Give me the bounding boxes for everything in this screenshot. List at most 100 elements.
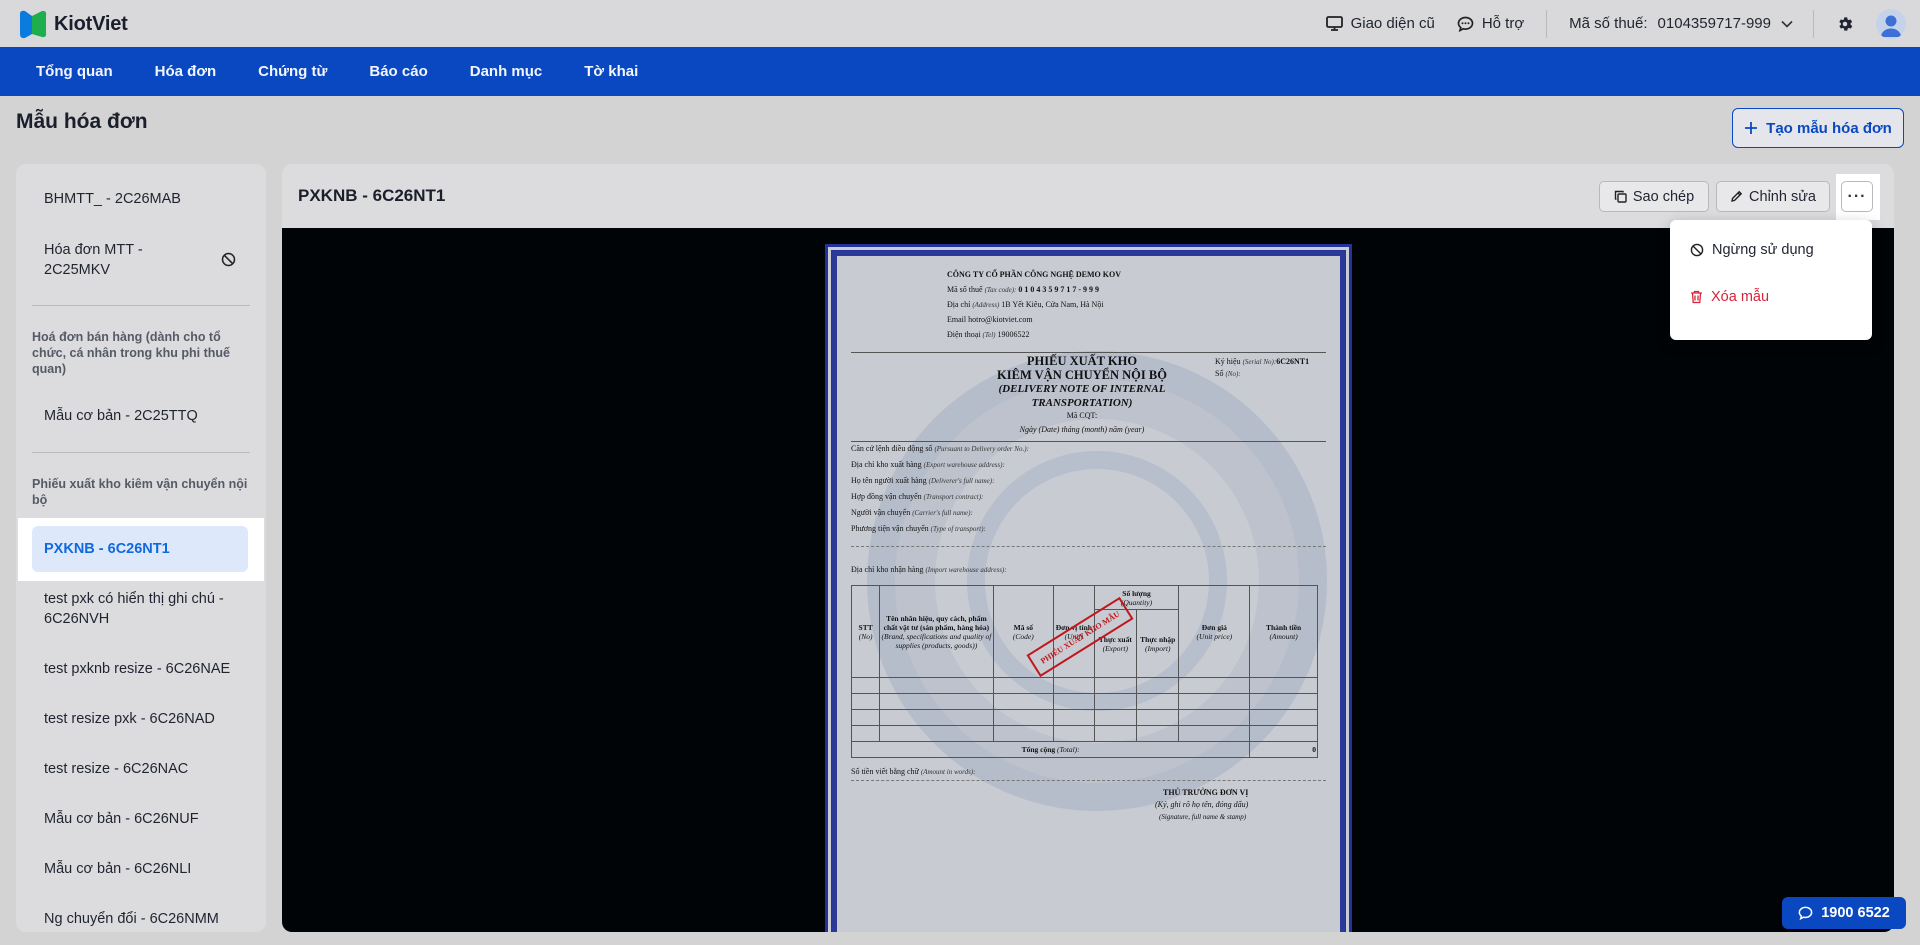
doc-field: Địa chỉ kho xuất hàng (Export warehouse … xyxy=(851,460,1005,469)
chat-icon xyxy=(1798,906,1813,920)
sidebar-item-nli[interactable]: Mẫu cơ bản - 6C26NLI xyxy=(44,859,191,879)
sidebar-item-label: 2C25MKV xyxy=(44,262,111,278)
sidebar-item-label: test pxk có hiển thị ghi chú - xyxy=(44,591,224,607)
sign-sub-en: (Signature, full name & stamp) xyxy=(1159,813,1247,821)
tax-code-selector[interactable]: Mã số thuế: 0104359717-999 xyxy=(1569,15,1793,32)
menu-item-stop-use[interactable]: Ngừng sử dụng xyxy=(1690,242,1814,258)
tax-code-label: Mã số thuế: xyxy=(1569,15,1648,32)
chevron-down-icon xyxy=(1781,20,1793,28)
plus-icon xyxy=(1745,122,1758,134)
create-template-button[interactable]: Tạo mẫu hóa đơn xyxy=(1732,108,1904,148)
pencil-icon xyxy=(1731,190,1743,202)
sidebar-item-nmm[interactable]: Ng chuyển đổi - 6C26NMM xyxy=(44,909,219,929)
doc-import-address: Địa chỉ kho nhận hàng (Import warehouse … xyxy=(851,565,1007,574)
nav-reports[interactable]: Báo cáo xyxy=(369,63,427,80)
settings-button[interactable] xyxy=(1836,15,1854,33)
doc-field: Phương tiện vận chuyển (Type of transpor… xyxy=(851,524,986,533)
create-template-label: Tạo mẫu hóa đơn xyxy=(1766,119,1892,137)
sidebar-item-bhmtt[interactable]: BHMTT_ - 2C26MAB xyxy=(44,189,181,209)
gear-icon xyxy=(1839,16,1853,31)
edit-label: Chỉnh sửa xyxy=(1749,188,1816,205)
user-icon xyxy=(1880,15,1902,37)
sidebar-item-nae[interactable]: test pxknb resize - 6C26NAE xyxy=(44,659,230,679)
doc-field: Họ tên người xuất hàng (Deliverer's full… xyxy=(851,476,995,485)
kiotviet-logo-icon xyxy=(16,8,48,40)
menu-item-delete[interactable]: Xóa mẫu xyxy=(1690,289,1769,305)
sidebar-item-active[interactable]: PXKNB - 6C26NT1 xyxy=(32,526,248,572)
support-phone: 1900 6522 xyxy=(1821,905,1890,921)
sidebar-item-label: Hóa đơn MTT - xyxy=(44,242,143,258)
doc-amount-in-words: Số tiền viết bằng chữ (Amount in words): xyxy=(851,767,976,776)
sign-sub: (Ký, ghi rõ họ tên, đóng dấu) xyxy=(1155,800,1249,809)
monitor-icon xyxy=(1325,16,1343,31)
divider xyxy=(851,441,1326,442)
goods-table: STT (No) Tên nhãn hiệu, quy cách, phẩm ch… xyxy=(850,585,1318,758)
nav-declarations[interactable]: Tờ khai xyxy=(584,63,638,80)
chat-icon xyxy=(1457,16,1474,32)
doc-serial: Ký hiệu (Serial No):6C26NT1 xyxy=(1215,357,1310,366)
menu-item-label: Xóa mẫu xyxy=(1711,289,1770,305)
more-icon: ··· xyxy=(1847,187,1867,205)
app-name: KiotViet xyxy=(54,12,128,35)
support-label: Hỗ trợ xyxy=(1481,15,1525,32)
sidebar-item-nad[interactable]: test resize pxk - 6C26NAD xyxy=(44,709,215,729)
doc-number: Số (No): xyxy=(1215,369,1241,378)
old-ui-label: Giao diện cũ xyxy=(1350,15,1435,32)
more-actions-button[interactable]: ··· xyxy=(1841,181,1873,212)
sidebar-item-nvh[interactable]: test pxk có hiển thị ghi chú - 6C26NVH xyxy=(44,589,224,629)
ban-icon xyxy=(221,252,236,267)
sidebar-item-nac[interactable]: test resize - 6C26NAC xyxy=(44,759,188,779)
invoice-document: CÔNG TY CỔ PHẦN CÔNG NGHỆ DEMO KOV Mã số… xyxy=(825,244,1352,932)
group-heading-pxk: Phiếu xuất kho kiêm vận chuyển nội bộ xyxy=(32,477,248,507)
template-title: PXKNB - 6C26NT1 xyxy=(298,186,446,205)
template-sidebar[interactable]: BHMTT_ - 2C26MAB Hóa đơn MTT - 2C25MKV H… xyxy=(16,164,266,932)
doc-field: Căn cứ lệnh điều động số (Pursuant to De… xyxy=(851,444,1029,453)
divider xyxy=(851,352,1326,353)
sidebar-item-basic-2c25[interactable]: Mẫu cơ bản - 2C25TTQ xyxy=(44,406,198,426)
more-actions-menu: Ngừng sử dụng Xóa mẫu xyxy=(1670,220,1872,340)
nav-vouchers[interactable]: Chứng từ xyxy=(258,63,327,80)
doc-mcqt: Mã CQT: xyxy=(1066,411,1098,420)
doc-date-line: Ngày (Date) tháng (month) năm (year) xyxy=(1019,425,1145,434)
menu-item-label: Ngừng sử dụng xyxy=(1712,242,1814,258)
sidebar-item-nuf[interactable]: Mẫu cơ bản - 6C26NUF xyxy=(44,809,199,829)
doc-field: Người vận chuyển (Carrier's full name): xyxy=(851,508,973,517)
doc-title-1: PHIẾU XUẤT KHO xyxy=(1026,354,1138,368)
company-address-line: Địa chỉ (Address) 1B Yết Kiêu, Cửa Nam, … xyxy=(947,300,1104,309)
support-hotline-button[interactable]: 1900 6522 xyxy=(1782,897,1906,929)
divider xyxy=(32,305,250,306)
main-nav: Tổng quan Hóa đơn Chứng từ Báo cáo Danh … xyxy=(0,47,1920,96)
divider xyxy=(851,546,1326,547)
template-preview-panel: PXKNB - 6C26NT1 Sao chép Chỉnh sửa ··· C… xyxy=(282,164,1894,932)
nav-catalog[interactable]: Danh mục xyxy=(470,63,543,80)
copy-label: Sao chép xyxy=(1632,188,1695,205)
page-title: Mẫu hóa đơn xyxy=(16,110,148,133)
company-email: Email hotro@kiotviet.com xyxy=(947,315,1033,324)
company-name: CÔNG TY CỔ PHẦN CÔNG NGHỆ DEMO KOV xyxy=(947,270,1122,279)
sidebar-item-mtt[interactable]: Hóa đơn MTT - 2C25MKV xyxy=(44,240,143,280)
logo[interactable]: KiotViet xyxy=(16,8,128,40)
trash-icon xyxy=(1691,290,1702,304)
doc-title-2: KIÊM VẬN CHUYỂN NỘI BỘ xyxy=(997,368,1167,382)
copy-button[interactable]: Sao chép xyxy=(1599,181,1709,212)
support-link[interactable]: Hỗ trợ xyxy=(1457,15,1524,32)
old-ui-link[interactable]: Giao diện cũ xyxy=(1325,15,1435,32)
more-highlight: ··· xyxy=(1836,174,1880,220)
sidebar-item-label: 6C26NVH xyxy=(44,611,110,627)
nav-overview[interactable]: Tổng quan xyxy=(36,63,113,80)
doc-title-en: (DELIVERY NOTE OF INTERNAL TRANSPORTATIO… xyxy=(998,383,1166,409)
nav-invoices[interactable]: Hóa đơn xyxy=(155,63,217,80)
company-phone-line: Điện thoại (Tel) 19006522 xyxy=(947,330,1030,339)
group-heading-sales: Hoá đơn bán hàng (dành cho tổ chức, cá n… xyxy=(32,330,230,376)
divider xyxy=(851,780,1326,781)
ban-icon xyxy=(1690,243,1704,257)
edit-button[interactable]: Chỉnh sửa xyxy=(1716,181,1830,212)
document-viewer[interactable]: CÔNG TY CỔ PHẦN CÔNG NGHỆ DEMO KOV Mã số… xyxy=(282,228,1894,932)
tax-code-value: 0104359717-999 xyxy=(1657,15,1771,32)
top-bar: KiotViet Giao diện cũ Hỗ trợ Mã số thuế:… xyxy=(0,0,1920,47)
copy-icon xyxy=(1614,190,1627,203)
company-tax-line: Mã số thuế (Tax code): 0 1 0 4 3 5 9 7 1… xyxy=(947,285,1100,294)
avatar[interactable] xyxy=(1876,8,1906,39)
sign-title: THỦ TRƯỞNG ĐƠN VỊ xyxy=(1163,788,1249,797)
divider xyxy=(32,452,250,453)
